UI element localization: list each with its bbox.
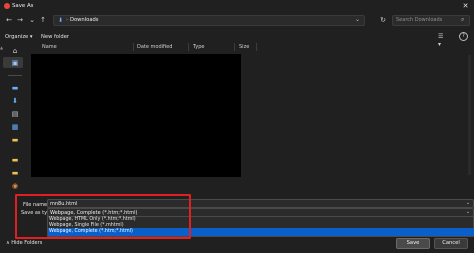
organize-button[interactable]: Organize ▾ xyxy=(5,34,33,40)
browser-app-icon xyxy=(4,3,10,9)
gallery-icon[interactable]: ▣ xyxy=(11,59,19,67)
save-as-type-chevron-icon[interactable]: ⌄ xyxy=(466,209,470,215)
pictures-icon[interactable]: ▦ xyxy=(11,123,19,131)
highlight-box xyxy=(15,194,191,239)
save-button[interactable]: Save xyxy=(396,238,430,249)
refresh-icon[interactable]: ↻ xyxy=(378,15,388,25)
forward-icon[interactable]: → xyxy=(15,15,25,25)
file-list-area[interactable] xyxy=(31,54,241,177)
address-chevron-icon[interactable]: ⌄ xyxy=(355,16,360,23)
column-divider[interactable] xyxy=(133,43,134,51)
close-icon[interactable]: ✕ xyxy=(461,2,470,11)
column-header-size[interactable]: Size xyxy=(239,44,249,50)
folder-icon[interactable]: ▬ xyxy=(11,136,19,144)
cancel-button[interactable]: Cancel xyxy=(434,238,468,249)
desktop-icon[interactable]: ▬ xyxy=(11,84,19,92)
home-icon[interactable]: ⌂ xyxy=(11,47,19,55)
downloads-icon[interactable]: ⬇ xyxy=(11,97,19,105)
title-bar xyxy=(0,0,474,13)
up-icon[interactable]: ↑ xyxy=(38,15,48,25)
sidebar-scroll-up-icon[interactable]: ▲ xyxy=(0,45,3,50)
download-folder-icon: ⬇ xyxy=(58,17,64,24)
column-divider[interactable] xyxy=(188,43,189,51)
new-folder-button[interactable]: New folder xyxy=(41,34,69,40)
sidebar-divider xyxy=(8,75,22,76)
window-title: Save As xyxy=(12,3,34,9)
recent-locations-icon[interactable]: ⌄ xyxy=(27,15,37,25)
column-header-type[interactable]: Type xyxy=(193,44,204,50)
hide-folders-button[interactable]: ∧ Hide Folders xyxy=(6,240,42,246)
folder-icon[interactable]: ▬ xyxy=(11,169,19,177)
network-drive-icon[interactable]: ◉ xyxy=(11,182,19,190)
help-icon[interactable]: ? xyxy=(459,32,468,41)
view-options-icon[interactable]: ☰ ▾ xyxy=(438,33,448,48)
file-name-chevron-icon[interactable]: ⌄ xyxy=(466,200,470,206)
column-header-name[interactable]: Name xyxy=(42,44,57,50)
back-icon[interactable]: ← xyxy=(4,15,14,25)
folder-icon[interactable]: ▬ xyxy=(11,156,19,164)
breadcrumb-separator: › xyxy=(66,17,68,23)
address-bar[interactable] xyxy=(53,15,365,26)
search-placeholder: Search Downloads xyxy=(396,17,443,23)
column-divider[interactable] xyxy=(234,43,235,51)
column-header-date-modified[interactable]: Date modified xyxy=(137,44,172,50)
documents-icon[interactable]: ▤ xyxy=(11,110,19,118)
file-list-scrollbar[interactable] xyxy=(468,55,471,175)
breadcrumb-downloads[interactable]: Downloads xyxy=(70,17,99,23)
search-icon: ⌕ xyxy=(461,16,465,23)
column-divider[interactable] xyxy=(256,43,257,51)
